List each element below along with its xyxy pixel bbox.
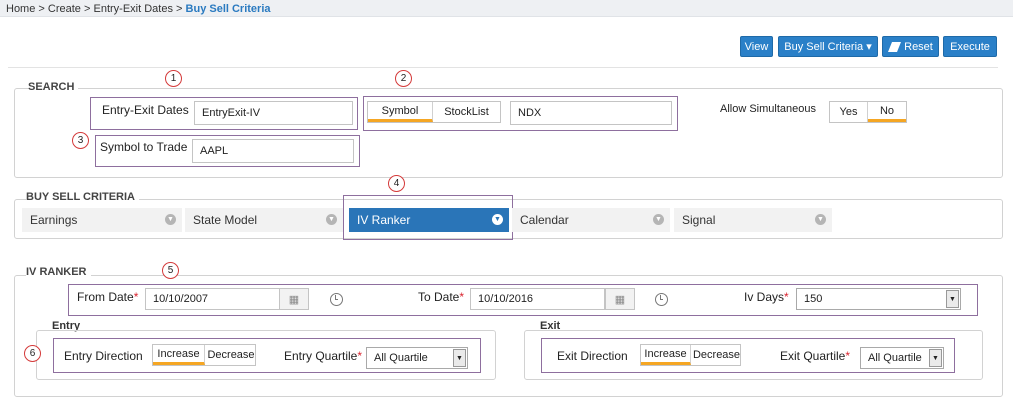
iv-ranker-legend: IV RANKER: [26, 266, 91, 278]
exit-increase-option[interactable]: Increase: [641, 345, 691, 365]
marker-2: 2: [395, 70, 412, 87]
to-date-input[interactable]: 10/10/2016: [470, 288, 605, 310]
dropdown-arrow-icon: ▼: [929, 349, 942, 367]
symbol-toggle-option[interactable]: Symbol: [368, 102, 434, 122]
breadcrumb-current: Buy Sell Criteria: [185, 3, 271, 15]
chevron-down-icon: ▼: [653, 214, 664, 225]
allow-no-option[interactable]: No: [868, 102, 906, 122]
marker-1: 1: [165, 70, 182, 87]
search-legend: SEARCH: [28, 81, 79, 93]
chevron-down-icon: ▼: [492, 214, 503, 225]
to-date-label: To Date*: [418, 290, 465, 304]
exit-quartile-select[interactable]: All Quartile ▼: [860, 347, 944, 369]
breadcrumb-home[interactable]: Home: [6, 3, 35, 15]
tab-iv-ranker[interactable]: IV Ranker ▼: [349, 208, 509, 232]
symbol-input[interactable]: NDX: [510, 101, 672, 125]
entry-decrease-option[interactable]: Decrease: [205, 345, 257, 365]
allow-yes-option[interactable]: Yes: [830, 102, 869, 122]
marker-4: 4: [388, 175, 405, 192]
marker-6: 6: [24, 345, 41, 362]
marker-5: 5: [162, 262, 179, 279]
tab-state-model[interactable]: State Model ▼: [185, 208, 343, 232]
view-button[interactable]: View: [740, 36, 773, 57]
tab-calendar[interactable]: Calendar ▼: [512, 208, 670, 232]
toolbar-divider: [8, 67, 998, 68]
exit-quartile-label: Exit Quartile*: [780, 349, 851, 363]
clock-icon[interactable]: [655, 293, 668, 306]
entry-direction-label: Entry Direction: [64, 349, 143, 363]
buy-sell-criteria-button[interactable]: Buy Sell Criteria ▾: [778, 36, 878, 57]
allow-simultaneous-label: Allow Simultaneous: [720, 103, 816, 115]
exit-direction-toggle: Increase Decrease: [640, 344, 741, 366]
tab-signal[interactable]: Signal ▼: [674, 208, 832, 232]
reset-button[interactable]: Reset: [882, 36, 939, 57]
entry-exit-input[interactable]: EntryExit-IV: [194, 101, 353, 125]
entry-quartile-label: Entry Quartile*: [284, 349, 363, 363]
stocklist-toggle-option[interactable]: StockList: [433, 102, 500, 122]
chevron-down-icon: ▼: [815, 214, 826, 225]
entry-exit-label: Entry-Exit Dates: [102, 103, 189, 117]
exit-direction-label: Exit Direction: [557, 349, 628, 363]
breadcrumb-entry-exit-dates[interactable]: Entry-Exit Dates: [94, 3, 173, 15]
symbol-stocklist-toggle: Symbol StockList: [367, 101, 501, 123]
marker-3: 3: [72, 132, 89, 149]
chevron-down-icon: ▼: [326, 214, 337, 225]
exit-decrease-option[interactable]: Decrease: [691, 345, 742, 365]
criteria-legend: BUY SELL CRITERIA: [26, 191, 139, 203]
allow-simultaneous-toggle: Yes No: [829, 101, 907, 123]
chevron-down-icon: ▼: [165, 214, 176, 225]
calendar-icon[interactable]: ▦: [279, 288, 309, 310]
eraser-icon: [888, 41, 902, 52]
symbol-to-trade-label: Symbol to Trade: [100, 140, 188, 154]
iv-days-select[interactable]: 150 ▼: [796, 288, 961, 310]
execute-button[interactable]: Execute: [943, 36, 997, 57]
dropdown-arrow-icon: ▼: [946, 290, 959, 308]
breadcrumb: Home > Create > Entry-Exit Dates > Buy S…: [0, 0, 1013, 17]
calendar-icon[interactable]: ▦: [605, 288, 635, 310]
caret-down-icon: ▾: [866, 41, 872, 53]
from-date-label: From Date*: [77, 290, 139, 304]
clock-icon[interactable]: [330, 293, 343, 306]
entry-quartile-select[interactable]: All Quartile ▼: [366, 347, 468, 369]
symbol-to-trade-input[interactable]: AAPL: [192, 139, 354, 163]
iv-days-label: Iv Days*: [744, 290, 789, 304]
entry-direction-toggle: Increase Decrease: [152, 344, 256, 366]
entry-increase-option[interactable]: Increase: [153, 345, 205, 365]
dropdown-arrow-icon: ▼: [453, 349, 466, 367]
tab-earnings[interactable]: Earnings ▼: [22, 208, 182, 232]
from-date-input[interactable]: 10/10/2007: [145, 288, 280, 310]
breadcrumb-create[interactable]: Create: [48, 3, 81, 15]
